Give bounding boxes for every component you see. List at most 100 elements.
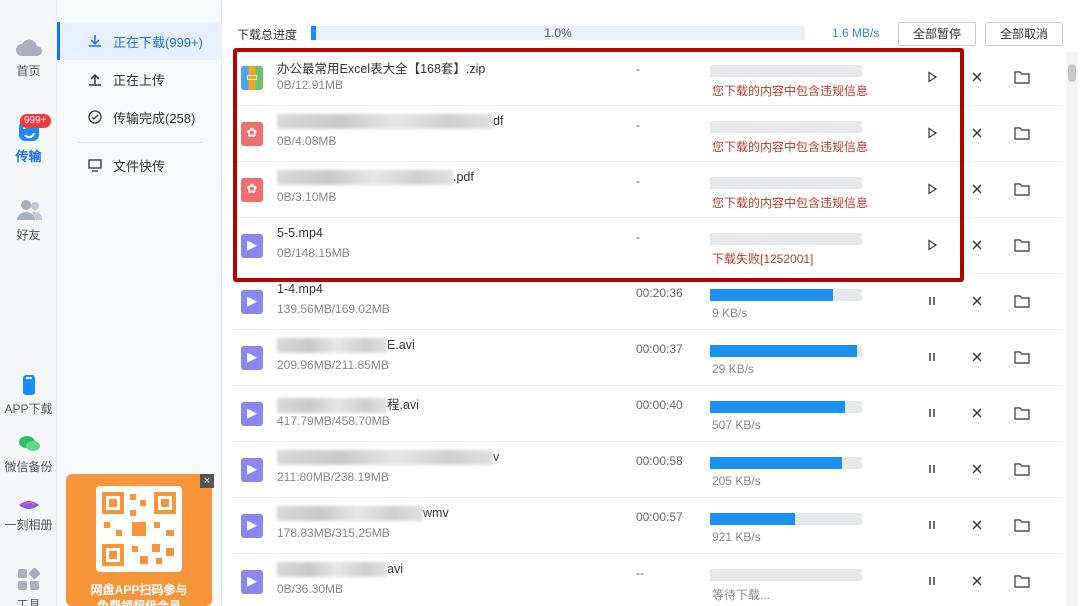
pause-all-button[interactable]: 全部暂停 xyxy=(898,22,976,46)
download-row[interactable]: ▶ 程.avi 417.79MB/458.70MB 00:00:40 507 KB/s xyxy=(222,386,1062,442)
file-name: 程.avi xyxy=(277,394,419,414)
pause-icon[interactable] xyxy=(922,291,942,311)
download-status: 9 KB/s xyxy=(712,306,748,320)
download-row[interactable]: ▶ 5-5.mp4 0B/148.15MB - 下载失败[1252001] xyxy=(222,218,1062,274)
file-size: 211.80MB/238.19MB xyxy=(277,470,389,484)
progress-track xyxy=(710,569,862,581)
close-icon[interactable] xyxy=(967,459,987,479)
scrollbar-thumb[interactable] xyxy=(1068,64,1076,82)
file-size: 209.96MB/211.85MB xyxy=(277,358,389,372)
sidebar-item-completed[interactable]: 传输完成(258) xyxy=(57,98,222,136)
progress-fill xyxy=(710,513,796,525)
video-file-icon: ▶ xyxy=(241,346,263,370)
scrollbar[interactable] xyxy=(1066,52,1078,606)
close-icon[interactable] xyxy=(967,235,987,255)
pause-icon[interactable] xyxy=(922,347,942,367)
download-row[interactable]: ▶ wmv 178.83MB/315.25MB 00:00:57 921 KB/s xyxy=(222,498,1062,554)
sidebar-item-uploading[interactable]: 正在上传 xyxy=(57,60,222,98)
progress-fill xyxy=(710,457,843,469)
download-row[interactable]: ▶ 1-4.mp4 139.56MB/169.02MB 00:20:36 9 KB/s xyxy=(222,274,1062,330)
folder-icon[interactable] xyxy=(1012,123,1032,143)
file-size: 139.56MB/169.02MB xyxy=(277,302,390,316)
download-status: 等待下载... xyxy=(712,588,771,602)
rail-label-transfer: 传输 xyxy=(15,149,42,164)
transfer-badge: 999+ xyxy=(20,114,51,128)
folder-icon[interactable] xyxy=(1012,403,1032,423)
pause-icon[interactable] xyxy=(922,571,942,591)
download-row[interactable]: ▶ avi 0B/36.30MB -- 等待下载... xyxy=(222,554,1062,606)
download-row[interactable]: ✿ df 0B/4.08MB - 您下载的内容中包含违规信息 xyxy=(222,106,1062,162)
rail-item-app-download[interactable]: APP下载 xyxy=(0,374,57,417)
left-rail: 首页 999+ 传输 好友 APP下载 微信备份 一刻相册 工具 xyxy=(0,0,57,606)
progress-track xyxy=(710,121,862,133)
tools-icon xyxy=(17,568,40,590)
sidebar-item-quick-transfer[interactable]: 文件快传 xyxy=(57,146,222,184)
redacted-filename xyxy=(277,338,387,354)
sidebar-item-downloading[interactable]: 正在下载(999+) xyxy=(57,22,222,60)
promo-close-button[interactable]: × xyxy=(200,474,214,488)
download-row[interactable]: ▭ 办公最常用Excel表大全【168套】.zip 0B/12.91MB - 您下载的内… xyxy=(222,50,1062,106)
file-name-text: 办公最常用Excel表大全【168套】.zip xyxy=(277,62,486,76)
download-status: 29 KB/s xyxy=(712,362,755,376)
pause-icon[interactable] xyxy=(922,515,942,535)
promo-banner[interactable]: × 网盘APP扫码参与 免费领超级会员 xyxy=(66,474,214,606)
close-icon[interactable] xyxy=(967,123,987,143)
video-file-icon: ▶ xyxy=(241,290,263,314)
rail-item-transfer[interactable]: 999+ 传输 xyxy=(0,114,57,165)
play-icon[interactable] xyxy=(922,235,942,255)
total-progress-label: 下载总进度 xyxy=(237,28,298,42)
close-icon[interactable] xyxy=(967,291,987,311)
pause-icon[interactable] xyxy=(922,459,942,479)
rail-item-friends[interactable]: 好友 xyxy=(0,198,57,243)
sidebar-label-completed: 传输完成(258) xyxy=(113,110,196,126)
rail-label-home: 首页 xyxy=(16,64,41,78)
play-icon[interactable] xyxy=(922,67,942,87)
rail-item-home[interactable]: 首页 xyxy=(0,36,57,79)
file-size: 178.83MB/315.25MB xyxy=(277,526,390,540)
file-name-text: avi xyxy=(387,562,403,576)
progress-track xyxy=(710,289,862,301)
close-icon[interactable] xyxy=(967,515,987,535)
redacted-filename xyxy=(277,450,493,466)
close-icon[interactable] xyxy=(967,403,987,423)
pause-icon[interactable] xyxy=(922,403,942,423)
folder-icon[interactable] xyxy=(1012,571,1032,591)
close-icon[interactable] xyxy=(967,571,987,591)
download-row[interactable]: ▶ E.avi 209.96MB/211.85MB 00:00:37 29 KB/s xyxy=(222,330,1062,386)
cancel-all-button[interactable]: 全部取消 xyxy=(985,22,1063,46)
promo-text: 网盘APP扫码参与 免费领超级会员 xyxy=(66,582,212,606)
total-speed: 1.6 MB/s xyxy=(832,26,880,40)
sidebar-label-downloading: 正在下载(999+) xyxy=(113,34,203,50)
folder-icon[interactable] xyxy=(1012,179,1032,199)
phone-icon xyxy=(22,375,35,395)
video-file-icon: ▶ xyxy=(241,234,263,258)
error-message: 下载失败[1252001] xyxy=(712,252,814,266)
rail-item-album[interactable]: 一刻相册 xyxy=(0,498,57,533)
play-icon[interactable] xyxy=(922,179,942,199)
rail-item-wechat-backup[interactable]: 微信备份 xyxy=(0,434,57,475)
download-row[interactable]: ✿ .pdf 0B/3.10MB - 您下载的内容中包含违规信息 xyxy=(222,162,1062,218)
rail-item-tools[interactable]: 工具 xyxy=(0,568,57,606)
redacted-filename xyxy=(277,506,423,522)
close-icon[interactable] xyxy=(967,67,987,87)
folder-icon[interactable] xyxy=(1012,67,1032,87)
rail-label-friends: 好友 xyxy=(16,228,41,242)
play-icon[interactable] xyxy=(922,123,942,143)
redacted-filename xyxy=(277,170,453,186)
total-progress-percent: 1.0% xyxy=(544,26,572,40)
progress-fill xyxy=(710,289,834,301)
folder-icon[interactable] xyxy=(1012,235,1032,255)
upload-icon xyxy=(87,71,103,87)
redacted-filename xyxy=(277,398,387,414)
rail-label-app-download: APP下载 xyxy=(4,402,53,416)
folder-icon[interactable] xyxy=(1012,459,1032,479)
download-row[interactable]: ▶ v 211.80MB/238.19MB 00:00:58 205 KB/s xyxy=(222,442,1062,498)
time-remaining: - xyxy=(636,230,640,244)
folder-icon[interactable] xyxy=(1012,291,1032,311)
zip-file-icon: ▭ xyxy=(241,66,263,90)
close-icon[interactable] xyxy=(967,179,987,199)
folder-icon[interactable] xyxy=(1012,515,1032,535)
close-icon[interactable] xyxy=(967,347,987,367)
file-name-text: wmv xyxy=(423,506,449,520)
folder-icon[interactable] xyxy=(1012,347,1032,367)
